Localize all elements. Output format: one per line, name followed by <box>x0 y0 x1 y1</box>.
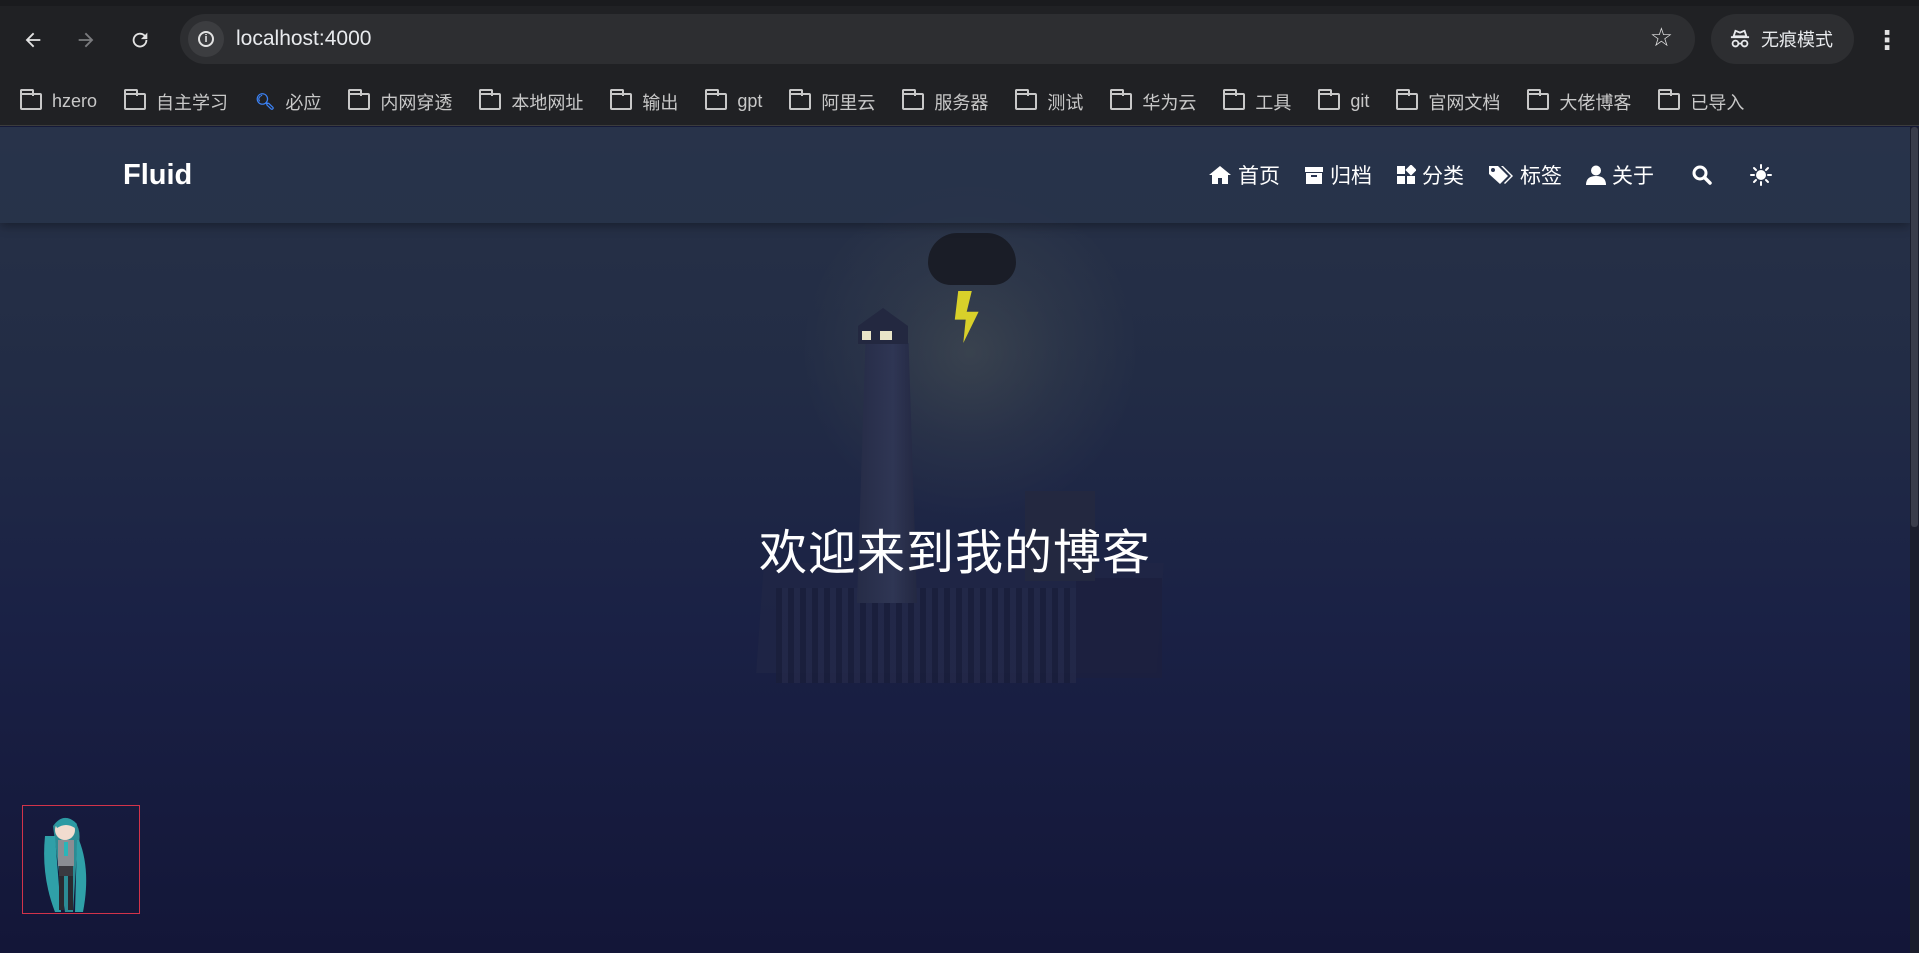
star-icon[interactable]: ☆ <box>1650 22 1673 53</box>
blog-page: 欢迎来到我的博客 Fluid 首页 归档 分类 标签 关于 <box>0 127 1910 953</box>
nav-about[interactable]: 关于 <box>1586 160 1654 190</box>
incognito-badge[interactable]: 无痕模式 <box>1711 14 1854 64</box>
bookmark-intranet[interactable]: 内网穿透 <box>348 89 452 115</box>
bookmarks-bar: hzero 自主学习 🔍︎ 必应 内网穿透 本地网址 输出 gpt 阿里云 服务器… <box>0 78 1919 126</box>
folder-icon <box>1015 89 1038 110</box>
folder-icon <box>1527 89 1550 110</box>
bookmark-tools[interactable]: 工具 <box>1223 89 1291 115</box>
bookmark-label: 大佬博客 <box>1559 92 1632 113</box>
live2d-mascot[interactable] <box>22 805 140 914</box>
folder-icon <box>1223 89 1246 110</box>
folder-icon <box>1110 89 1133 110</box>
forward-arrow-icon[interactable] <box>66 20 106 60</box>
nav-categories[interactable]: 分类 <box>1396 160 1464 190</box>
folder-icon <box>789 89 812 110</box>
scrollbar-thumb[interactable] <box>1911 127 1918 527</box>
bookmark-label: 自主学习 <box>156 92 229 113</box>
user-icon <box>1586 165 1606 185</box>
site-nav: 首页 归档 分类 标签 关于 <box>1208 157 1804 193</box>
nav-label: 分类 <box>1422 165 1464 188</box>
incognito-label: 无痕模式 <box>1761 30 1833 50</box>
bookmark-label: 阿里云 <box>821 92 876 113</box>
folder-icon <box>610 89 633 110</box>
bookmark-gpt[interactable]: gpt <box>705 89 763 112</box>
bookmark-aliyun[interactable]: 阿里云 <box>789 89 875 115</box>
hero-title: 欢迎来到我的博客 <box>758 525 1151 581</box>
bookmark-bing[interactable]: 🔍︎ 必应 <box>255 89 321 115</box>
page-scrollbar[interactable] <box>1910 127 1919 953</box>
tags-icon <box>1489 166 1513 184</box>
bookmark-imported[interactable]: 已导入 <box>1658 89 1744 115</box>
theme-toggle-button[interactable] <box>1750 164 1772 186</box>
search-icon <box>1692 165 1712 185</box>
browser-toolbar: i localhost:4000 ☆ 无痕模式 ⋮ <box>0 0 1919 78</box>
scene-platform-front <box>776 588 1076 683</box>
folder-icon <box>1396 89 1419 110</box>
url-text[interactable]: localhost:4000 <box>236 27 371 51</box>
scene-storm-cloud <box>928 233 1016 285</box>
back-arrow-icon[interactable] <box>13 20 53 60</box>
bookmark-label: 输出 <box>642 92 679 113</box>
folder-icon <box>1318 89 1341 110</box>
bookmark-label: 官网文档 <box>1428 92 1501 113</box>
folder-icon <box>705 89 728 110</box>
nav-label: 首页 <box>1238 165 1280 188</box>
site-brand[interactable]: Fluid <box>123 159 192 192</box>
bookmark-label: 工具 <box>1255 92 1292 113</box>
scene-window-light <box>862 331 871 340</box>
bookmark-label: hzero <box>52 91 98 111</box>
bookmark-git[interactable]: git <box>1318 89 1370 112</box>
address-bar[interactable]: i localhost:4000 ☆ <box>180 14 1695 64</box>
bookmark-server[interactable]: 服务器 <box>902 89 988 115</box>
search-icon: 🔍︎ <box>255 93 276 111</box>
nav-label: 关于 <box>1612 165 1654 188</box>
incognito-icon <box>1730 29 1750 48</box>
nav-archive[interactable]: 归档 <box>1304 160 1372 190</box>
folder-icon <box>348 89 371 110</box>
more-vert-icon[interactable]: ⋮ <box>1870 20 1904 60</box>
home-icon <box>1209 166 1231 184</box>
nav-home[interactable]: 首页 <box>1208 160 1280 190</box>
bookmark-output[interactable]: 输出 <box>610 89 678 115</box>
category-icon <box>1397 165 1416 184</box>
bookmark-label: 已导入 <box>1690 92 1745 113</box>
bookmark-local[interactable]: 本地网址 <box>479 89 583 115</box>
folder-icon <box>479 89 502 110</box>
bookmark-blogs[interactable]: 大佬博客 <box>1527 89 1631 115</box>
nav-tags[interactable]: 标签 <box>1488 160 1562 190</box>
scene-platform-side <box>1076 578 1162 678</box>
bookmark-docs[interactable]: 官网文档 <box>1396 89 1500 115</box>
site-navbar: Fluid 首页 归档 分类 标签 关于 <box>0 127 1910 223</box>
bookmark-label: 测试 <box>1047 92 1084 113</box>
bookmark-self-study[interactable]: 自主学习 <box>124 89 228 115</box>
bookmark-hzero[interactable]: hzero <box>20 89 98 112</box>
bookmark-label: 必应 <box>285 92 322 113</box>
scene-lightning-bolt <box>954 291 979 343</box>
search-button[interactable] <box>1692 165 1712 185</box>
folder-icon <box>124 89 147 110</box>
nav-label: 归档 <box>1330 165 1372 188</box>
bookmark-label: 服务器 <box>934 92 989 113</box>
folder-icon <box>902 89 925 110</box>
bookmark-label: 内网穿透 <box>380 92 453 113</box>
mascot-figure <box>44 817 87 912</box>
bookmark-label: git <box>1350 91 1370 111</box>
bookmark-label: 华为云 <box>1142 92 1197 113</box>
bookmark-label: 本地网址 <box>511 92 584 113</box>
folder-icon <box>20 89 42 110</box>
scene-window-light <box>880 331 892 340</box>
bookmark-test[interactable]: 测试 <box>1015 89 1083 115</box>
archive-icon <box>1305 167 1323 184</box>
folder-icon <box>1658 89 1681 110</box>
nav-label: 标签 <box>1520 165 1562 188</box>
info-icon[interactable]: i <box>188 21 224 57</box>
hero-background-scene: 欢迎来到我的博客 <box>0 223 1910 953</box>
bookmark-label: gpt <box>737 91 763 111</box>
bookmark-huawei[interactable]: 华为云 <box>1110 89 1196 115</box>
sun-icon <box>1750 164 1772 186</box>
reload-icon[interactable] <box>120 20 160 60</box>
